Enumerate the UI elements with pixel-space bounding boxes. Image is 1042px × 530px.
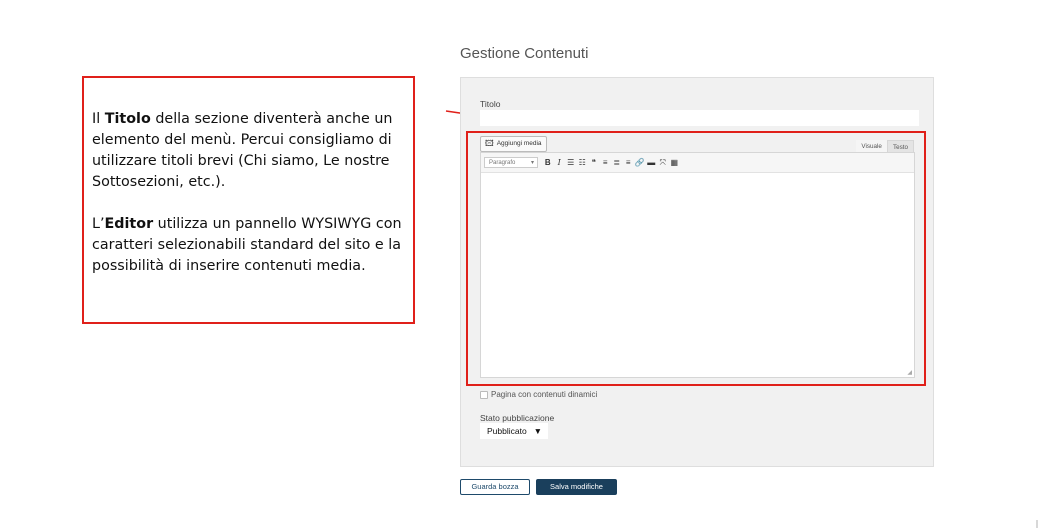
dynamic-content-checkbox[interactable] — [480, 390, 488, 399]
title-label: Titolo — [480, 99, 501, 109]
save-changes-button[interactable]: Salva modifiche — [536, 479, 617, 495]
chevron-down-icon: ▼ — [533, 426, 542, 436]
title-input[interactable] — [480, 110, 919, 126]
editor-highlight-box — [466, 131, 926, 386]
status-label: Stato pubblicazione — [480, 413, 555, 423]
status-select-value: Pubblicato — [487, 426, 527, 436]
content-form-panel: Titolo 🖾 Aggiungi media Visuale Testo Pa… — [460, 77, 934, 467]
dynamic-content-checkbox-row[interactable]: Pagina con contenuti dinamici — [480, 390, 597, 399]
preview-draft-button[interactable]: Guarda bozza — [460, 479, 530, 495]
scrollbar-indicator — [1036, 520, 1038, 528]
dynamic-content-label: Pagina con contenuti dinamici — [491, 390, 598, 399]
status-select[interactable]: Pubblicato ▼ — [480, 423, 548, 439]
page-title: Gestione Contenuti — [460, 45, 589, 62]
